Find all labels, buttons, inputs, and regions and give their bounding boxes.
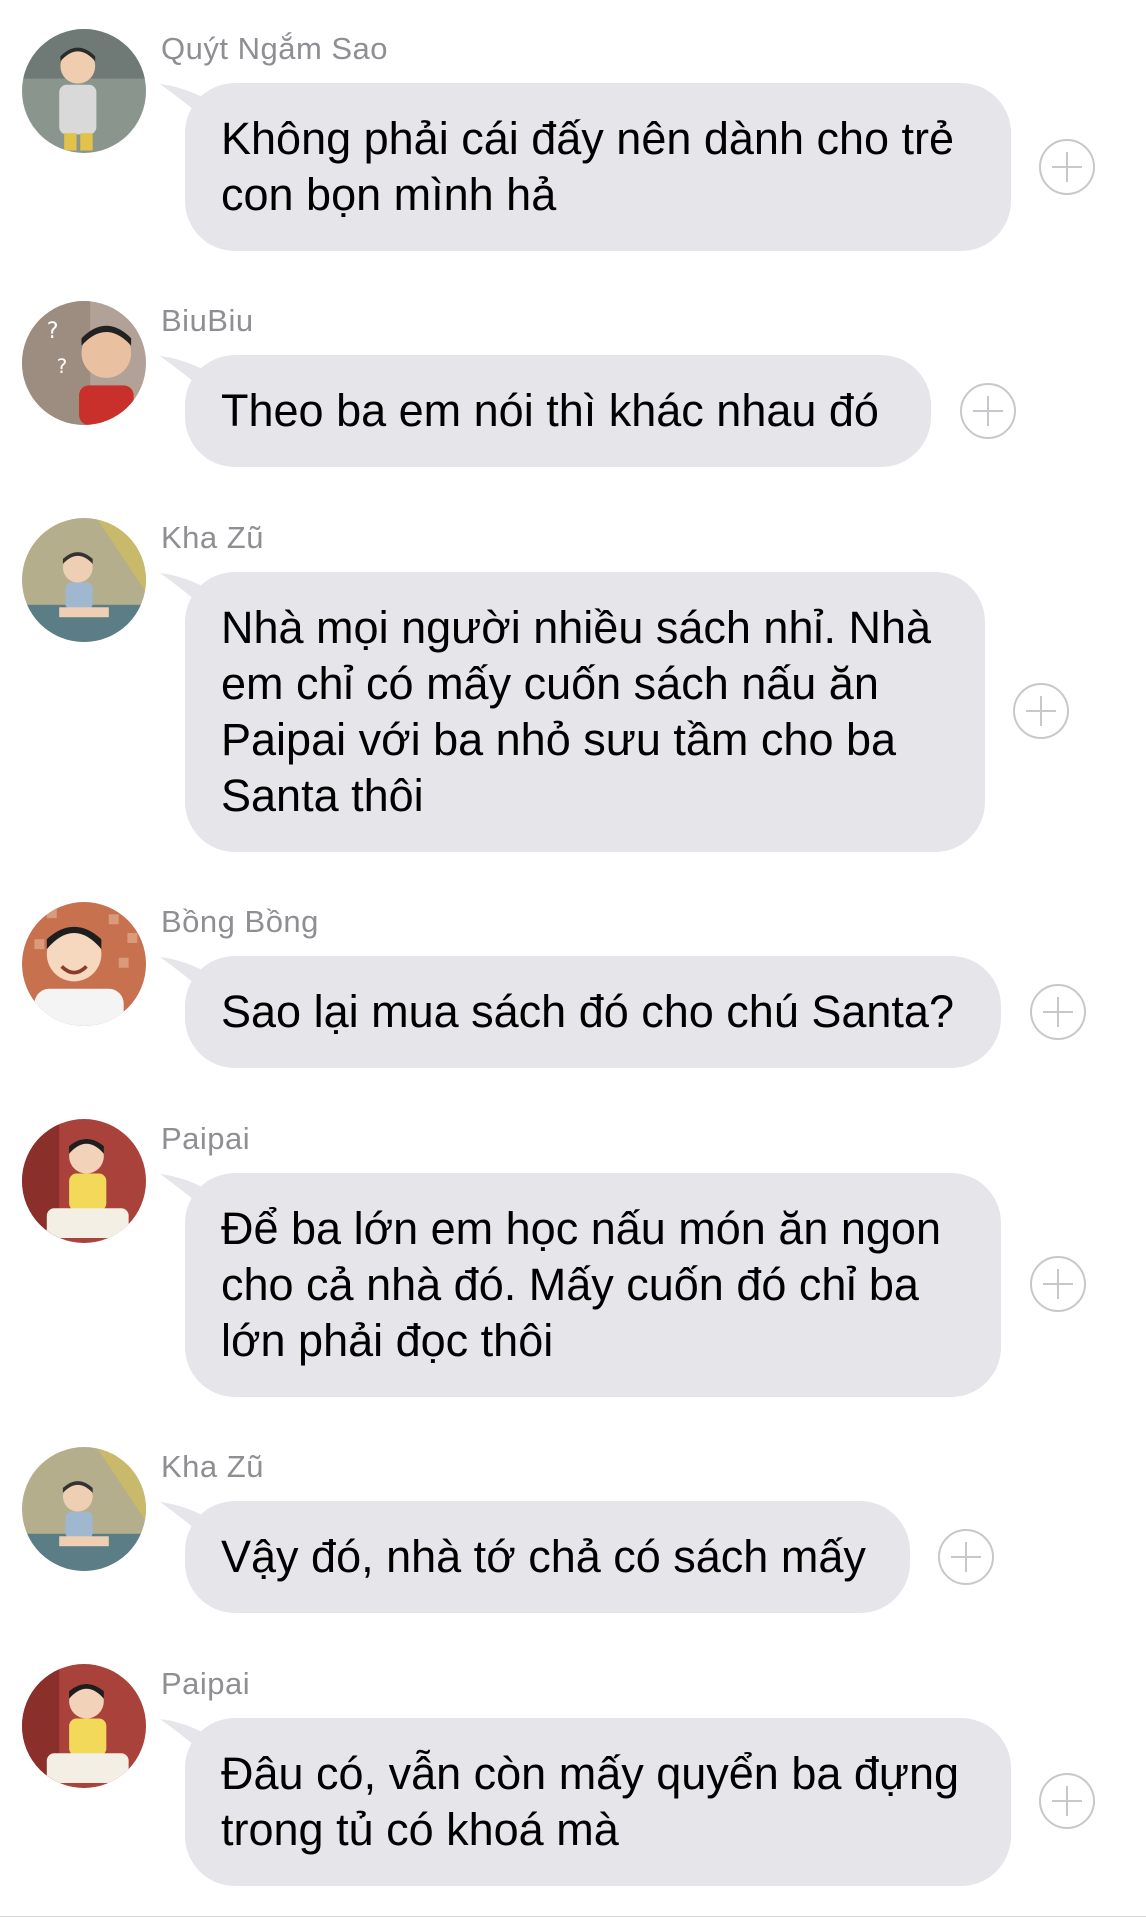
avatar[interactable] <box>22 29 146 153</box>
child-avatar-icon <box>22 1664 146 1788</box>
sender-name: Kha Zũ <box>161 520 264 555</box>
avatar[interactable]: ? ? <box>22 301 146 425</box>
sender-name: Paipai <box>161 1666 251 1701</box>
message-bubble[interactable]: Đâu có, vẫn còn mấy quyển ba đựng trong … <box>185 1718 1011 1886</box>
avatar[interactable] <box>22 518 146 642</box>
sender-name: BiuBiu <box>161 303 254 338</box>
child-avatar-icon <box>22 1119 146 1243</box>
plus-circle-icon[interactable] <box>1013 683 1069 739</box>
plus-circle-icon[interactable] <box>1030 984 1086 1040</box>
message-bubble[interactable]: Theo ba em nói thì khác nhau đó <box>185 355 931 467</box>
message-bubble[interactable]: Để ba lớn em học nấu món ăn ngon cho cả … <box>185 1173 1001 1397</box>
child-avatar-icon <box>22 1447 146 1571</box>
plus-circle-icon[interactable] <box>960 383 1016 439</box>
plus-circle-icon[interactable] <box>1039 1773 1095 1829</box>
plus-circle-icon[interactable] <box>938 1529 994 1585</box>
svg-text:?: ? <box>47 318 59 344</box>
message-bubble[interactable]: Nhà mọi người nhiều sách nhỉ. Nhà em chỉ… <box>185 572 985 852</box>
avatar[interactable] <box>22 1447 146 1571</box>
message-bubble[interactable]: Không phải cái đấy nên dành cho trẻ con … <box>185 83 1011 251</box>
child-avatar-icon <box>22 902 146 1026</box>
chat-thread: Quýt Ngắm Sao Không phải cái đấy nên dàn… <box>0 0 1146 1920</box>
avatar[interactable] <box>22 1119 146 1243</box>
message-bubble[interactable]: Sao lại mua sách đó cho chú Santa? <box>185 956 1001 1068</box>
sender-name: Bồng Bồng <box>161 904 319 939</box>
sender-name: Quýt Ngắm Sao <box>161 31 389 66</box>
plus-circle-icon[interactable] <box>1030 1256 1086 1312</box>
child-avatar-icon <box>22 518 146 642</box>
divider <box>0 1916 1146 1917</box>
child-avatar-icon <box>22 29 146 153</box>
avatar[interactable] <box>22 1664 146 1788</box>
plus-circle-icon[interactable] <box>1039 139 1095 195</box>
child-avatar-icon: ? ? <box>22 301 146 425</box>
message-bubble[interactable]: Vậy đó, nhà tớ chả có sách mấy <box>185 1501 910 1613</box>
avatar[interactable] <box>22 902 146 1026</box>
sender-name: Kha Zũ <box>161 1449 264 1484</box>
svg-text:?: ? <box>57 355 68 378</box>
sender-name: Paipai <box>161 1121 251 1156</box>
